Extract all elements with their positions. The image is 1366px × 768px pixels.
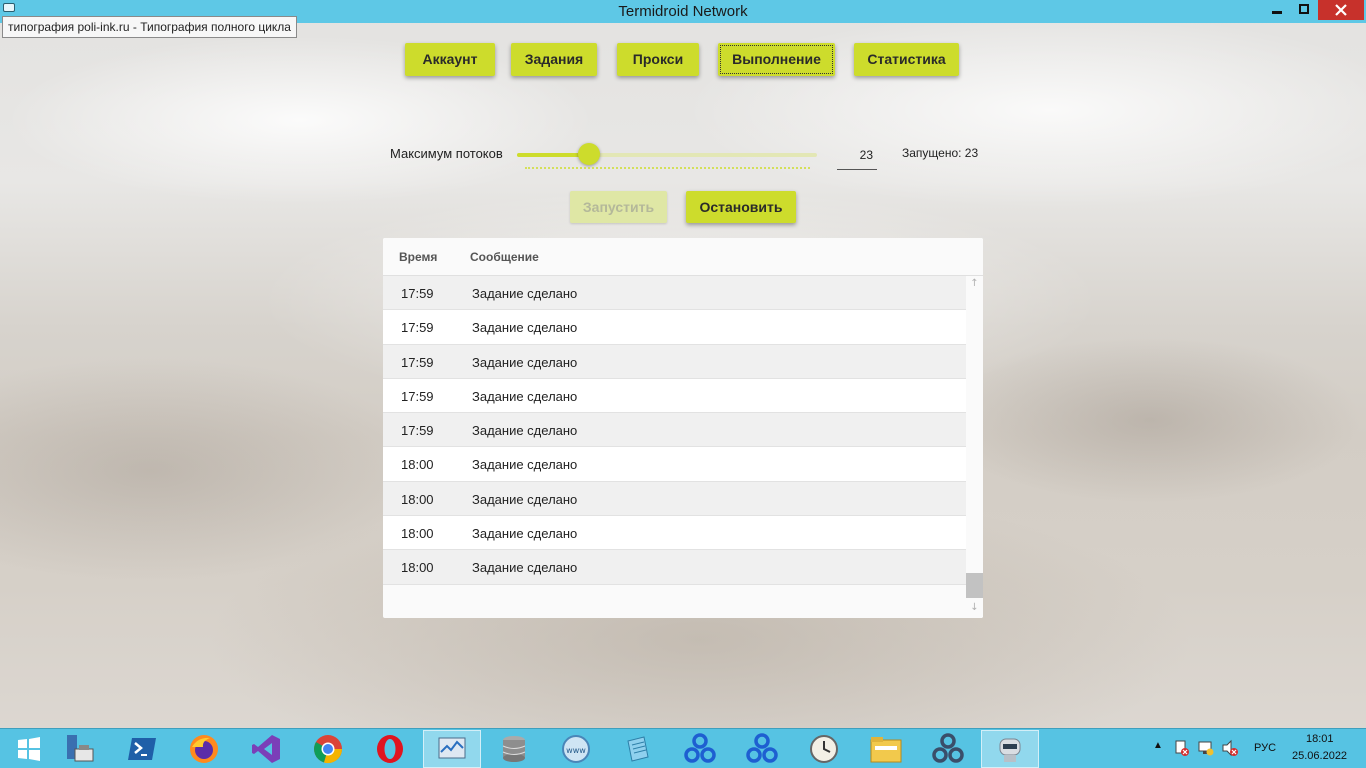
network-icon[interactable] — [1197, 739, 1215, 757]
network-app-icon[interactable] — [733, 730, 791, 768]
file-explorer-icon[interactable] — [857, 730, 915, 768]
max-threads-label: Максимум потоков — [390, 146, 503, 161]
restore-icon — [1299, 4, 1309, 14]
table-header: Время Сообщение — [383, 238, 983, 276]
opera-icon[interactable] — [361, 730, 419, 768]
scroll-thumb[interactable] — [966, 573, 983, 598]
table-row[interactable]: 17:59 Задание сделано — [383, 344, 966, 379]
slider-ticks — [525, 167, 810, 169]
table-row[interactable]: 17:59 Задание сделано — [383, 276, 966, 311]
row-message: Задание сделано — [472, 354, 578, 370]
tab-4[interactable]: Статистика — [854, 43, 959, 76]
row-time: 17:59 — [401, 354, 434, 370]
tab-3[interactable]: Выполнение — [718, 43, 835, 76]
table-row[interactable]: 17:59 Задание сделано — [383, 310, 966, 345]
language-indicator[interactable]: РУС — [1254, 742, 1276, 754]
tooltip: типография poli-ink.ru - Типография полн… — [2, 16, 297, 38]
clock-date[interactable]: 25.06.2022 — [1292, 750, 1347, 762]
column-header-message[interactable]: Сообщение — [470, 250, 539, 264]
clock-time[interactable]: 18:01 — [1306, 733, 1334, 745]
scroll-down-icon[interactable]: ↓ — [966, 600, 983, 616]
row-message: Задание сделано — [472, 560, 578, 576]
row-time: 18:00 — [401, 491, 434, 507]
table-row[interactable]: 17:59 Задание сделано — [383, 413, 966, 448]
table-row[interactable]: 18:00 Задание сделано — [383, 550, 966, 585]
powershell-icon[interactable] — [113, 730, 171, 768]
www-icon[interactable]: www — [547, 730, 605, 768]
server-manager-icon[interactable] — [50, 730, 108, 768]
network-app-icon[interactable] — [919, 730, 977, 768]
minimize-icon — [1272, 11, 1282, 14]
tray-expand-icon[interactable]: ▲ — [1153, 740, 1163, 751]
row-message: Задание сделано — [472, 423, 578, 439]
row-time: 18:00 — [401, 526, 434, 542]
log-table: Время Сообщение 17:59 Задание сделано 17:5… — [383, 238, 983, 618]
row-message: Задание сделано — [472, 320, 578, 336]
svg-text:www: www — [566, 746, 586, 755]
start-button[interactable]: Запустить — [570, 191, 667, 223]
close-icon — [1335, 4, 1347, 16]
tab-0[interactable]: Аккаунт — [405, 43, 495, 76]
row-time: 17:59 — [401, 320, 434, 336]
notepad-icon[interactable] — [609, 730, 667, 768]
threads-value-field[interactable]: 23 — [837, 146, 877, 170]
row-message: Задание сделано — [472, 388, 578, 404]
column-header-time[interactable]: Время — [399, 250, 437, 264]
row-message: Задание сделано — [472, 457, 578, 473]
tab-2[interactable]: Прокси — [617, 43, 699, 76]
robot-app-icon[interactable] — [981, 730, 1039, 768]
row-message: Задание сделано — [472, 526, 578, 542]
running-count: Запущено: 23 — [902, 146, 979, 160]
row-time: 17:59 — [401, 286, 434, 301]
row-time: 17:59 — [401, 423, 434, 439]
taskbar: www ▲ РУС 18:01 25.06.2022 — [0, 728, 1366, 768]
row-time: 18:00 — [401, 560, 434, 576]
network-app-icon[interactable] — [671, 730, 729, 768]
scroll-up-icon[interactable]: ↑ — [966, 276, 983, 292]
table-row[interactable]: 18:00 Задание сделано — [383, 447, 966, 482]
close-button[interactable] — [1318, 0, 1364, 20]
database-icon[interactable] — [485, 730, 543, 768]
table-row[interactable]: 18:00 Задание сделано — [383, 516, 966, 551]
volume-icon[interactable] — [1221, 739, 1239, 757]
maximize-button[interactable] — [1291, 0, 1317, 20]
row-message: Задание сделано — [472, 286, 578, 301]
stop-button[interactable]: Остановить — [686, 191, 796, 223]
action-center-icon[interactable] — [1173, 739, 1191, 757]
visual-studio-icon[interactable] — [237, 730, 295, 768]
threads-slider[interactable] — [517, 153, 817, 157]
scrollbar[interactable]: ↑ ↓ — [966, 276, 983, 618]
row-time: 18:00 — [401, 457, 434, 473]
row-message: Задание сделано — [472, 491, 578, 507]
clock-app-icon[interactable] — [795, 730, 853, 768]
chrome-icon[interactable] — [299, 730, 357, 768]
table-row[interactable]: 18:00 Задание сделано — [383, 481, 966, 517]
minimize-button[interactable] — [1264, 0, 1290, 20]
firefox-icon[interactable] — [175, 730, 233, 768]
table-rows: 17:59 Задание сделано 17:59 Задание сделано… — [383, 276, 966, 585]
row-time: 17:59 — [401, 388, 434, 404]
slider-thumb[interactable] — [578, 143, 600, 165]
table-row[interactable]: 17:59 Задание сделано — [383, 378, 966, 414]
performance-monitor-icon[interactable] — [423, 730, 481, 768]
tab-1[interactable]: Задания — [511, 43, 597, 76]
